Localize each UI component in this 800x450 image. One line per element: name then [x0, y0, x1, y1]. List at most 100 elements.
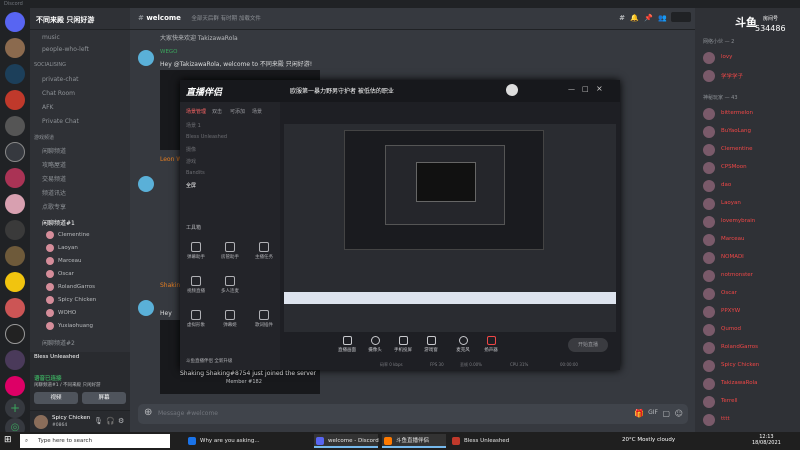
server-icon[interactable] — [5, 350, 25, 370]
server-icon[interactable] — [5, 194, 25, 214]
member-item[interactable]: NOMADI — [703, 250, 799, 266]
member-item[interactable]: PPXYW — [703, 304, 799, 320]
tool-video[interactable]: 视频直播 — [184, 276, 208, 294]
scene-item[interactable]: 场景 1 — [186, 122, 201, 129]
category-games[interactable]: 游戏频道 — [34, 134, 54, 141]
gif-icon[interactable]: GIF — [648, 409, 658, 416]
tool-room-admin[interactable]: 房管助手 — [218, 242, 242, 260]
server-icon[interactable] — [5, 376, 25, 396]
tab-scenes[interactable]: 场景管理 — [186, 108, 206, 115]
taskbar-item-browser[interactable]: Why are you asking... — [186, 434, 260, 448]
member-item[interactable]: TakizawaRola — [703, 376, 799, 392]
member-item[interactable]: bittermelon — [703, 106, 799, 122]
search-input[interactable]: ⌕ Type here to search — [20, 434, 170, 448]
close-icon[interactable]: × — [596, 84, 603, 93]
tab-double[interactable]: 双击 — [212, 108, 222, 115]
member-item[interactable]: dao — [703, 178, 799, 194]
scene-item[interactable]: 游戏 — [186, 158, 196, 165]
avatar[interactable] — [34, 415, 48, 429]
server-icon[interactable] — [5, 324, 25, 344]
emoji-icon[interactable]: ☺ — [675, 409, 683, 418]
bell-icon[interactable]: 🔔 — [630, 14, 639, 22]
server-icon[interactable] — [5, 298, 25, 318]
threads-icon[interactable]: # — [619, 14, 625, 22]
voice-user[interactable]: Laoyan — [46, 243, 78, 254]
sidebar-item-afk[interactable]: AFK — [34, 102, 126, 114]
start-live-button[interactable]: 开始直播 — [568, 338, 608, 352]
scene-item[interactable]: Bandits — [186, 170, 205, 176]
screen-capture-button[interactable]: 直播画面 — [336, 336, 358, 353]
microphone-button[interactable]: 麦克风 — [452, 336, 474, 353]
avatar[interactable] — [138, 176, 154, 192]
sidebar-item-voice-1[interactable]: 闲聊频道#1 — [34, 218, 126, 230]
home-icon[interactable] — [5, 12, 25, 32]
member-item[interactable]: Clementine — [703, 142, 799, 158]
tool-danmaku-ji[interactable]: 弹幕姬 — [218, 310, 242, 328]
voice-user[interactable]: WOHO — [46, 308, 76, 319]
sidebar-item-private-chat[interactable]: private-chat — [34, 74, 126, 86]
windows-start-icon[interactable]: ⊞ — [4, 435, 12, 445]
stream-title[interactable]: 欧服第一暴力野男守护者 被低估的职业 — [290, 86, 394, 95]
screen-share-button[interactable]: 屏幕 — [82, 392, 126, 404]
sidebar-item-songs[interactable]: 点歌专享 — [34, 202, 126, 214]
headphones-icon[interactable]: 🎧 — [106, 417, 115, 425]
tool-multi-mic[interactable]: 多人连麦 — [218, 276, 242, 294]
sidebar-item-news[interactable]: 频道讯达 — [34, 188, 126, 200]
stream-preview[interactable] — [284, 124, 616, 332]
member-item[interactable]: Marceau — [703, 232, 799, 248]
voice-status[interactable]: 语音已连接 — [34, 374, 62, 382]
scene-item[interactable]: Bless Unleashed — [186, 134, 227, 140]
server-icon[interactable] — [5, 142, 25, 162]
server-icon[interactable] — [5, 90, 25, 110]
avatar[interactable] — [138, 50, 154, 66]
tool-danmaku[interactable]: 弹幕助手 — [184, 242, 208, 260]
sidebar-item-voice-2[interactable]: 闲聊频道#2 — [34, 338, 126, 350]
member-item[interactable]: Terrell — [703, 394, 799, 410]
scene-item[interactable]: 摄像 — [186, 146, 196, 153]
tool-tasks[interactable]: 主播任务 — [252, 242, 276, 260]
member-item[interactable]: lovy — [703, 50, 799, 66]
sticker-icon[interactable]: ▢ — [662, 409, 670, 418]
member-item[interactable]: Spicy Chicken — [703, 358, 799, 374]
scene-item-active[interactable]: 全屏 — [186, 182, 196, 189]
avatar[interactable] — [506, 84, 518, 96]
voice-user[interactable]: Oscar — [46, 269, 74, 280]
sidebar-item-chat-room[interactable]: Chat Room — [34, 88, 126, 100]
voice-user[interactable]: Yuxiaohuang — [46, 321, 93, 332]
minimize-icon[interactable]: — — [568, 85, 575, 93]
phone-cast-button[interactable]: 手机投屏 — [392, 336, 414, 353]
gear-icon[interactable]: ⚙ — [118, 417, 124, 425]
category-socialising[interactable]: SOCIALISING — [34, 62, 66, 68]
server-icon[interactable] — [5, 64, 25, 84]
tab-scene[interactable]: 场景 — [252, 108, 262, 115]
taskbar-item-live-app[interactable]: 斗鱼直播伴侣 — [382, 434, 446, 448]
live-app-window[interactable]: 直播伴侣 欧服第一暴力野男守护者 被低估的职业 — □ × 场景管理 双击 可添… — [180, 80, 620, 370]
server-icon[interactable] — [5, 38, 25, 58]
member-item[interactable]: BuYaoLang — [703, 124, 799, 140]
weather-widget[interactable]: 20°C Mostly cloudy — [622, 437, 675, 443]
member-item[interactable]: tttt — [703, 412, 799, 428]
clock[interactable]: 12:13 18/08/2021 — [752, 434, 781, 446]
server-icon[interactable] — [5, 168, 25, 188]
mic-icon[interactable]: 🎙 — [94, 417, 103, 425]
taskbar-item-game[interactable]: Bless Unleashed — [450, 434, 520, 448]
member-item[interactable]: Oscar — [703, 286, 799, 302]
search-input[interactable] — [671, 12, 691, 22]
tab-add[interactable]: 可添加 — [230, 108, 245, 115]
server-icon[interactable] — [5, 116, 25, 136]
sidebar-item-trade[interactable]: 交易频道 — [34, 174, 126, 186]
member-item[interactable]: 学学学子 — [703, 68, 799, 84]
sidebar-item-guides[interactable]: 攻略屋道 — [34, 160, 126, 172]
voice-user[interactable]: RolandGarros — [46, 282, 95, 293]
message-input[interactable]: ⊕ Message #welcome 🎁 GIF ▢ ☺ — [138, 404, 688, 424]
member-item[interactable]: notmonster — [703, 268, 799, 284]
sidebar-item-music[interactable]: music — [34, 32, 126, 44]
message-author[interactable]: WEGO — [160, 49, 178, 55]
tool-avatar[interactable]: 虚拟形象 — [184, 310, 208, 328]
tool-lyrics[interactable]: 歌词插件 — [252, 310, 276, 328]
server-icon[interactable] — [5, 220, 25, 240]
server-icon[interactable] — [5, 246, 25, 266]
member-item[interactable]: Laoyan — [703, 196, 799, 212]
voice-user[interactable]: Clementine — [46, 230, 90, 241]
member-item[interactable]: lovemybrain — [703, 214, 799, 230]
